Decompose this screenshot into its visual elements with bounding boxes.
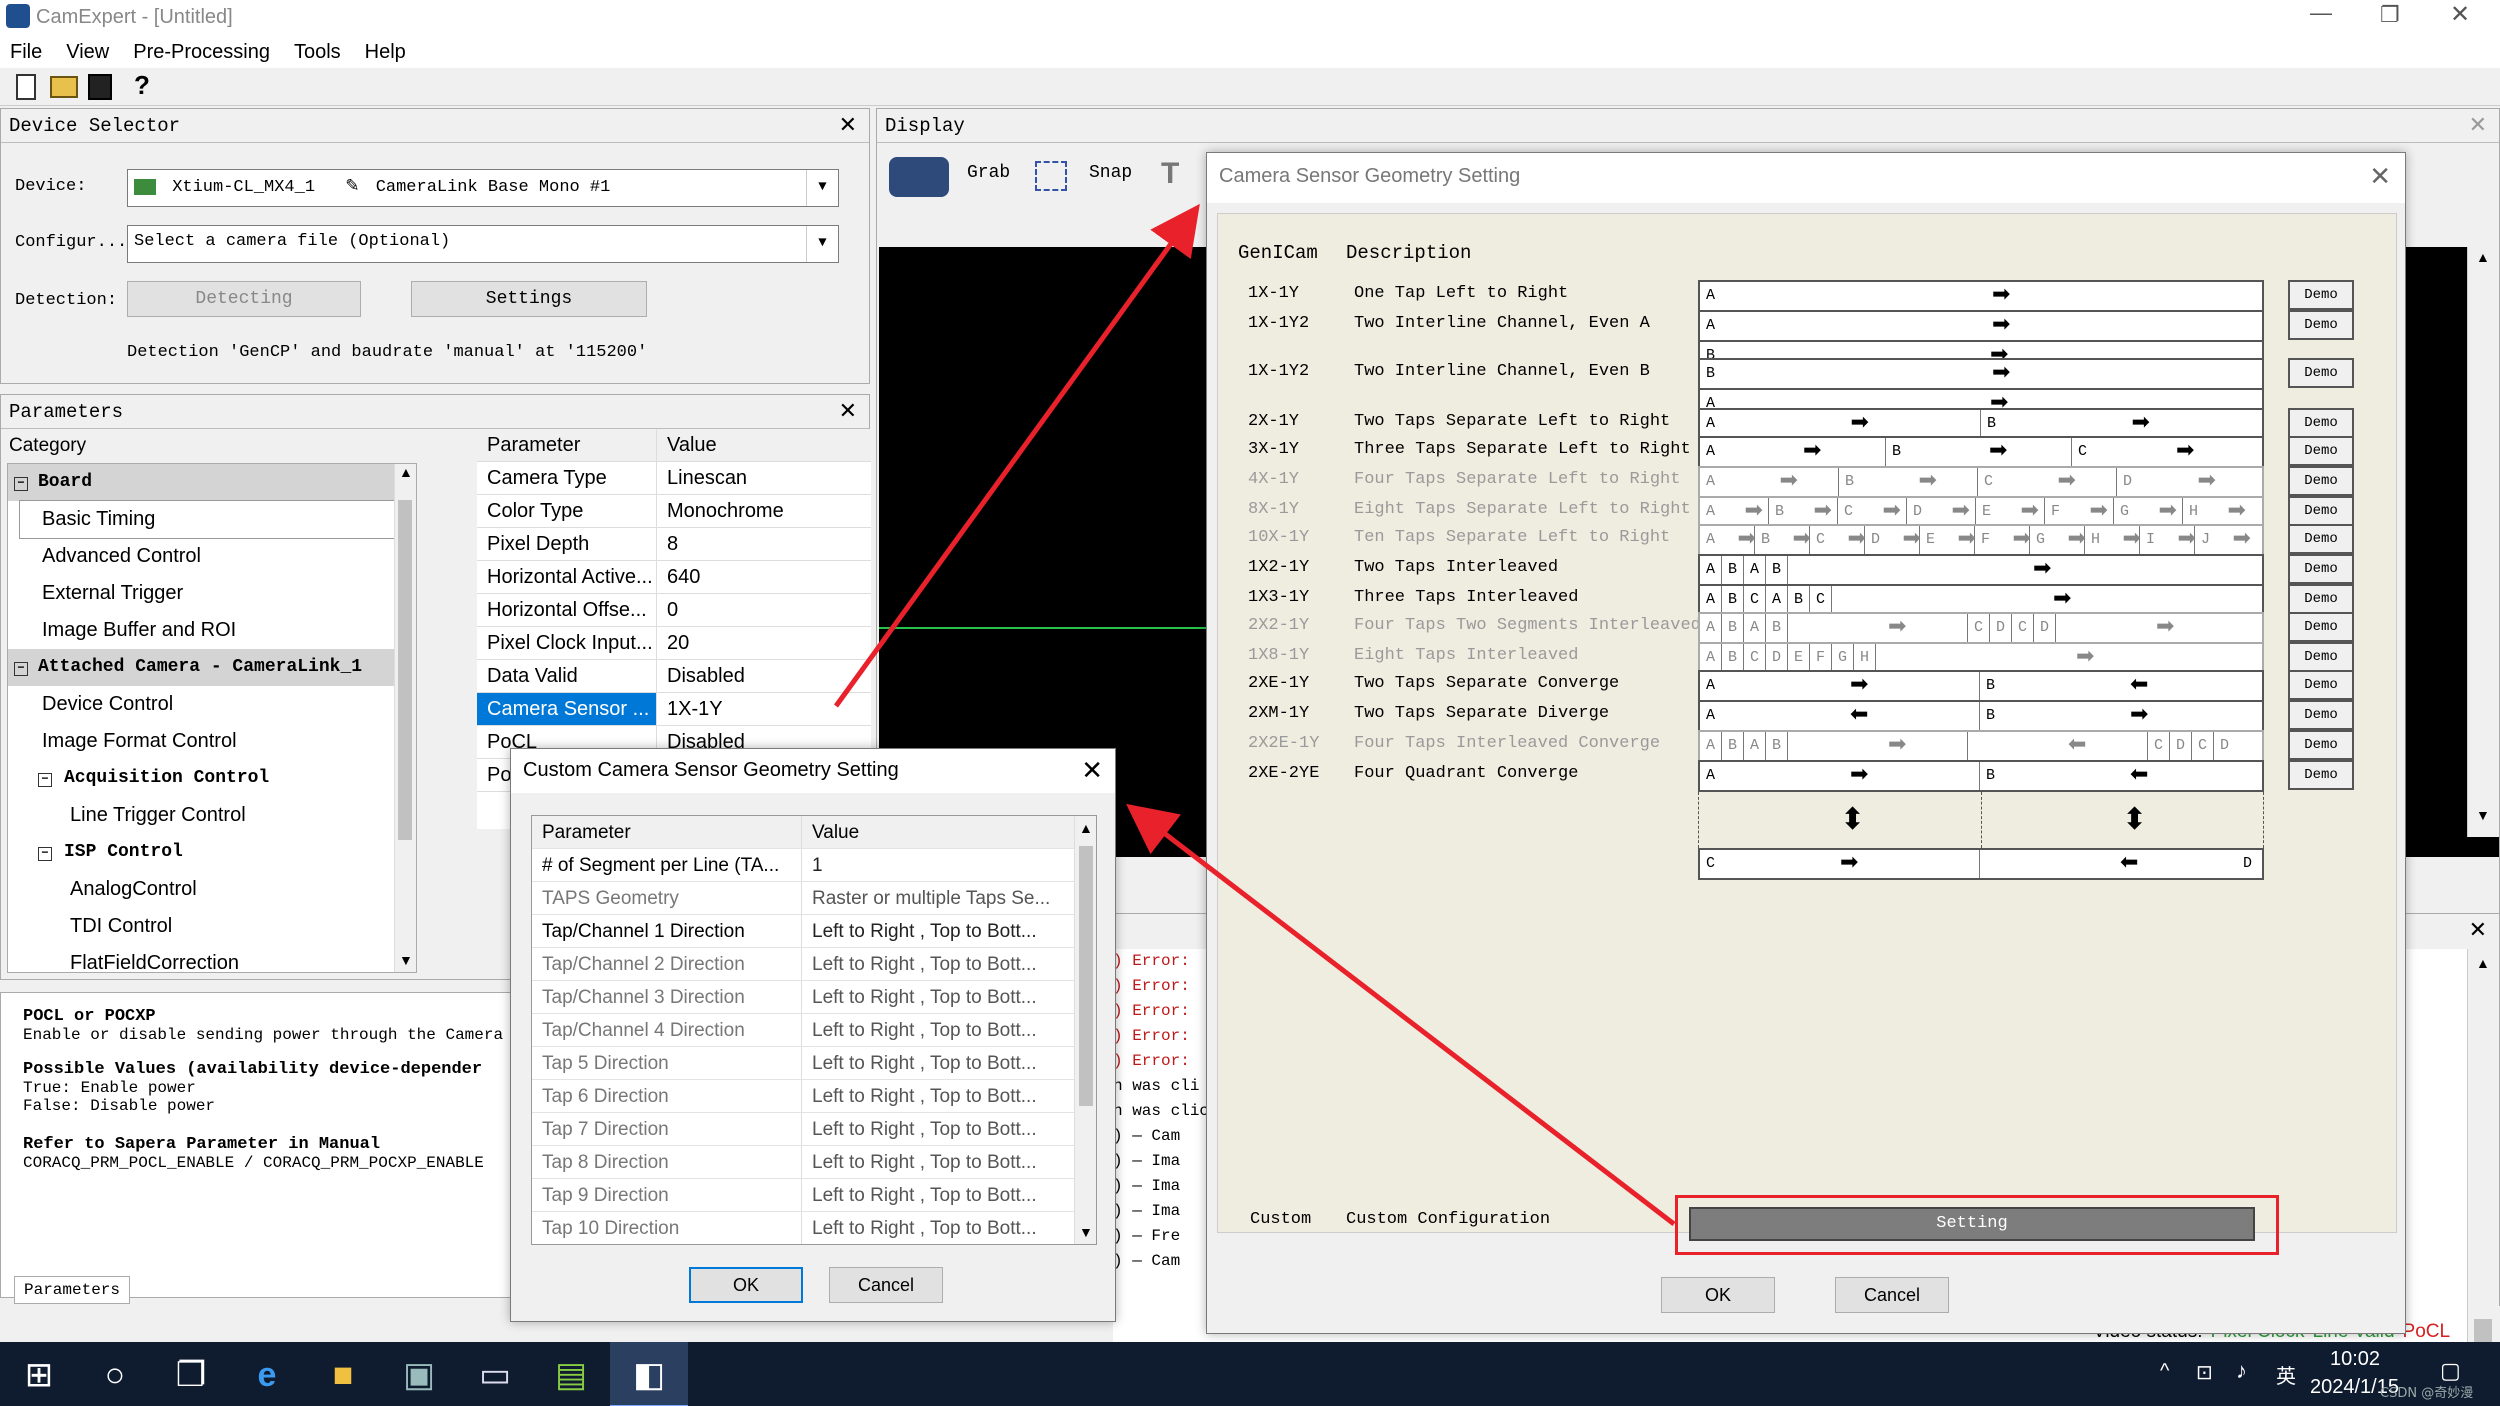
taskbar: ⊞ ○ ❐ e ■ ▣ ▭ ▤ ◧ ^ ⊡ ♪ 英 10:02 2024/1/1… [0, 1342, 2500, 1406]
ime-indicator[interactable]: 英 [2276, 1360, 2296, 1389]
file-explorer-icon[interactable]: ■ [304, 1342, 382, 1406]
notification-icon[interactable]: ▢ [2440, 1358, 2461, 1384]
app-icon-3[interactable]: ▤ [532, 1342, 610, 1406]
clock-time[interactable]: 10:02 [2330, 1348, 2380, 1371]
watermark-text: CSDN @奇妙漫 [2380, 1386, 2474, 1401]
arrow-to-geometry [833, 203, 1200, 708]
volume-icon[interactable]: ♪ [2236, 1358, 2247, 1384]
annotation-arrows [833, 203, 1676, 1226]
edge-browser-icon[interactable]: e [228, 1342, 306, 1406]
network-icon[interactable]: ⊡ [2196, 1360, 2213, 1385]
tray-chevron-icon[interactable]: ^ [2160, 1360, 2169, 1383]
camexpert-taskbar-icon[interactable]: ◧ [610, 1342, 688, 1406]
app-icon-2[interactable]: ▭ [456, 1342, 534, 1406]
task-view-icon[interactable]: ❐ [152, 1342, 230, 1406]
app-icon-1[interactable]: ▣ [380, 1342, 458, 1406]
start-icon[interactable]: ⊞ [0, 1342, 78, 1406]
search-icon[interactable]: ○ [76, 1342, 154, 1406]
arrow-to-custom [1126, 803, 1676, 1226]
